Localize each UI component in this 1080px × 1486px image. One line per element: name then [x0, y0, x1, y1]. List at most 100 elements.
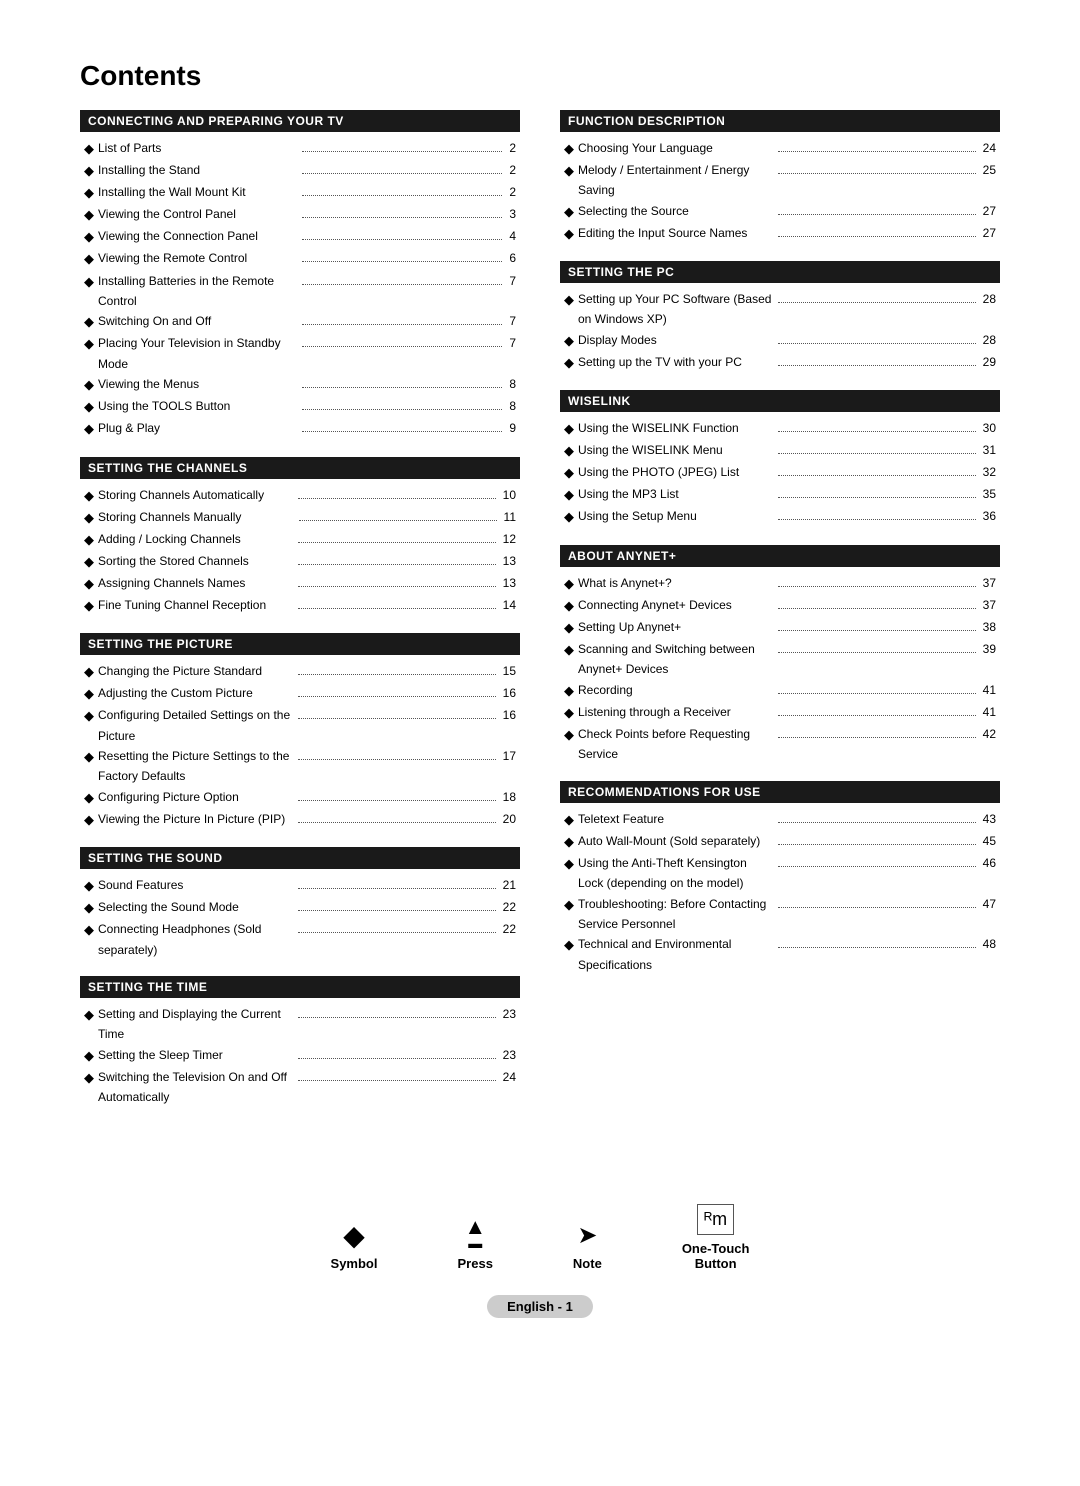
list-item: ◆Placing Your Television in Standby Mode… [84, 333, 516, 374]
bullet-icon: ◆ [564, 440, 574, 462]
bullet-icon: ◆ [564, 201, 574, 223]
item-text: Selecting the Sound Mode [98, 897, 295, 917]
dots [302, 248, 503, 262]
section: SETTING THE TIME ◆Setting and Displaying … [80, 976, 520, 1108]
list-item: ◆Changing the Picture Standard15 [84, 661, 516, 683]
dots [778, 160, 975, 174]
page-number: 48 [983, 934, 996, 954]
bullet-icon: ◆ [564, 617, 574, 639]
item-text: Recording [578, 680, 775, 700]
item-text: Installing the Stand [98, 160, 299, 180]
dots [302, 333, 503, 347]
page-number: 25 [983, 160, 996, 180]
page-number: 16 [503, 705, 516, 725]
item-text: Adjusting the Custom Picture [98, 683, 295, 703]
list-item: ◆Configuring Detailed Settings on the Pi… [84, 705, 516, 746]
dots [778, 573, 975, 587]
list-item: ◆Setting Up Anynet+38 [564, 617, 996, 639]
list-item: ◆Setting up the TV with your PC29 [564, 352, 996, 374]
page-number: 41 [983, 680, 996, 700]
list-item: ◆Using the Anti-Theft Kensington Lock (d… [564, 853, 996, 894]
bullet-icon: ◆ [84, 1004, 94, 1026]
dots [778, 440, 975, 454]
dots [298, 787, 495, 801]
page-number: 45 [983, 831, 996, 851]
bullet-icon: ◆ [564, 853, 574, 875]
page-number: 14 [503, 595, 516, 615]
item-text: Using the MP3 List [578, 484, 775, 504]
section-header: WISELINK [560, 390, 1000, 412]
list-item: ◆Installing the Wall Mount Kit2 [84, 182, 516, 204]
section: SETTING THE PICTURE◆Changing the Picture… [80, 633, 520, 831]
legend-area: ◆ Symbol ▲ ▬ Press ➤ Note ᴿm One-Touch B… [80, 1184, 1000, 1271]
item-text: Setting the Sleep Timer [98, 1045, 295, 1065]
item-text: Configuring Detailed Settings on the Pic… [98, 705, 295, 746]
bullet-icon: ◆ [84, 551, 94, 573]
list-item: ◆Using the Setup Menu36 [564, 506, 996, 528]
bullet-icon: ◆ [564, 595, 574, 617]
section-header: SETTING THE TIME [80, 976, 520, 998]
section: SETTING THE PC◆Setting up Your PC Softwa… [560, 261, 1000, 374]
dots [778, 809, 975, 823]
section-items: ◆Choosing Your Language24◆Melody / Enter… [560, 138, 1000, 245]
bullet-icon: ◆ [84, 809, 94, 831]
item-text: Viewing the Control Panel [98, 204, 299, 224]
list-item: ◆Recording41 [564, 680, 996, 702]
onetouch-label: One-Touch Button [682, 1241, 750, 1271]
list-item: ◆Technical and Environmental Specificati… [564, 934, 996, 975]
right-column: FUNCTION DESCRIPTION◆Choosing Your Langu… [560, 110, 1000, 1124]
dots [778, 831, 975, 845]
section-items: ◆Setting and Displaying the Current Time… [80, 1004, 520, 1108]
item-text: Storing Channels Automatically [98, 485, 295, 505]
list-item: ◆Configuring Picture Option18 [84, 787, 516, 809]
section: WISELINK◆Using the WISELINK Function30◆U… [560, 390, 1000, 528]
dots [778, 352, 975, 366]
dots [302, 226, 503, 240]
page-number: 47 [983, 894, 996, 914]
item-text: Viewing the Picture In Picture (PIP) [98, 809, 295, 829]
section: CONNECTING AND PREPARING YOUR TV◆List of… [80, 110, 520, 441]
page-number: 30 [983, 418, 996, 438]
item-text: Setting Up Anynet+ [578, 617, 775, 637]
page-number: 21 [503, 875, 516, 895]
dots [302, 418, 503, 432]
bullet-icon: ◆ [84, 160, 94, 182]
note-legend: ➤ Note [573, 1221, 602, 1271]
footer: English - 1 [80, 1295, 1000, 1318]
item-text: Installing the Wall Mount Kit [98, 182, 299, 202]
item-text: Installing Batteries in the Remote Contr… [98, 271, 299, 312]
bullet-icon: ◆ [564, 809, 574, 831]
dots [778, 680, 975, 694]
item-text: Configuring Picture Option [98, 787, 295, 807]
bullet-icon: ◆ [564, 573, 574, 595]
page-number: 43 [983, 809, 996, 829]
section-items: ◆Teletext Feature43◆Auto Wall-Mount (Sol… [560, 809, 1000, 976]
dots [778, 639, 975, 653]
page-number: 22 [503, 897, 516, 917]
page-number: 28 [983, 289, 996, 309]
list-item: ◆Troubleshooting: Before Contacting Serv… [564, 894, 996, 935]
footer-text: English - 1 [487, 1295, 593, 1318]
dots [302, 271, 503, 285]
item-text: Plug & Play [98, 418, 299, 438]
page-number: 2 [509, 182, 516, 202]
item-text: Using the TOOLS Button [98, 396, 299, 416]
item-text: List of Parts [98, 138, 299, 158]
list-item: ◆Viewing the Control Panel3 [84, 204, 516, 226]
bullet-icon: ◆ [84, 396, 94, 418]
list-item: ◆Editing the Input Source Names27 [564, 223, 996, 245]
item-text: Viewing the Connection Panel [98, 226, 299, 246]
bullet-icon: ◆ [84, 418, 94, 440]
page-number: 23 [503, 1004, 516, 1024]
dots [298, 875, 495, 889]
list-item: ◆Selecting the Sound Mode22 [84, 897, 516, 919]
list-item: ◆Storing Channels Manually11 [84, 507, 516, 529]
item-text: Setting and Displaying the Current Time [98, 1004, 295, 1045]
item-text: Viewing the Menus [98, 374, 299, 394]
dots [302, 311, 503, 325]
page-number: 13 [503, 551, 516, 571]
list-item: ◆Using the MP3 List35 [564, 484, 996, 506]
page-title: Contents [80, 60, 1000, 92]
list-item: ◆Choosing Your Language24 [564, 138, 996, 160]
list-item: ◆Connecting Headphones (Sold separately)… [84, 919, 516, 960]
